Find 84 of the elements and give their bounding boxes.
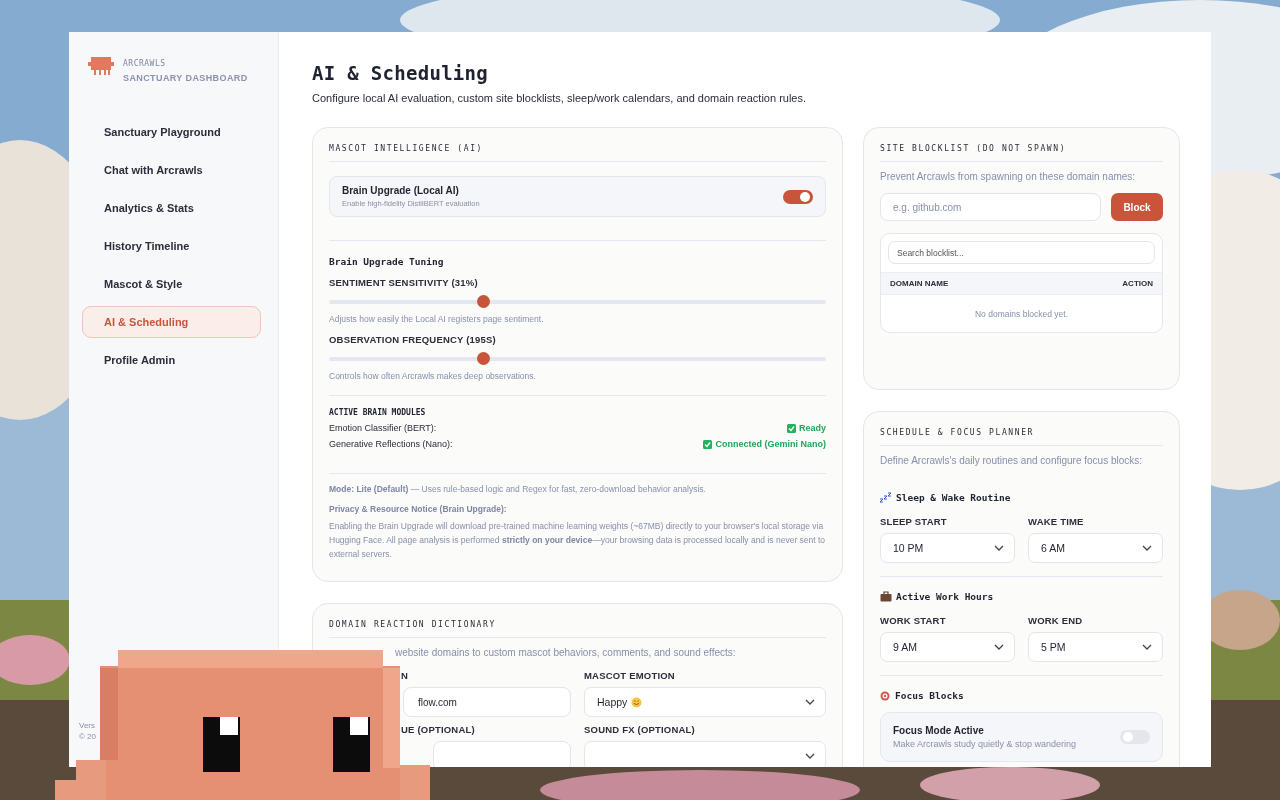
chevron-down-icon (994, 545, 1004, 551)
card-description: Prevent Arcrawls from spawning on these domain names: (880, 171, 1137, 182)
check-icon (703, 439, 713, 449)
module-status: Connected (Gemini Nano) (715, 439, 826, 449)
empty-message: No domains blocked yet. (973, 308, 1070, 321)
card-title: SCHEDULE & FOCUS PLANNER (880, 428, 1163, 446)
footer-text: Vers (79, 721, 96, 730)
toggle-switch[interactable] (783, 189, 813, 204)
brand-name: ARCRAWLS (123, 59, 167, 68)
select-value: 10 PM (893, 542, 924, 554)
brand-subtitle: SANCTUARY DASHBOARD (123, 73, 248, 83)
slider[interactable] (329, 352, 826, 365)
module-name: Generative Reflections (Nano): (329, 439, 453, 449)
field-label: MASCOT EMOTION (584, 670, 676, 681)
card-title: SITE BLOCKLIST (DO NOT SPAWN) (880, 144, 1163, 162)
sleep-icon (880, 492, 892, 503)
sidebar-item[interactable]: History Timeline (82, 230, 261, 262)
select-value: 5 PM (1041, 641, 1066, 653)
card-description: website domains to custom mascot behaviors, comments, and sound effects: (394, 647, 737, 658)
slider-label: SENTIMENT SENSITIVITY (31%) (329, 277, 479, 288)
time-select[interactable]: 6 AM (1028, 533, 1163, 563)
field-label: WORK START (880, 615, 947, 626)
time-select[interactable]: 9 AM (880, 632, 1015, 662)
toggle-label: Brain Upgrade (Local AI) (342, 185, 460, 196)
section-heading: ACTIVE BRAIN MODULES (329, 408, 427, 417)
section-heading: Sleep & Wake Routine (896, 492, 1011, 503)
card-title: MASCOT INTELLIGENCE (AI) (329, 144, 826, 162)
card-title: DOMAIN REACTION DICTIONARY (329, 620, 826, 638)
section-heading: Brain Upgrade Tuning (329, 256, 445, 267)
check-icon (787, 423, 796, 433)
select-value: Happy (597, 696, 628, 708)
slider-thumb[interactable] (477, 352, 491, 365)
search-field[interactable]: Search blocklist... (888, 241, 1155, 264)
slider-thumb[interactable] (477, 295, 491, 308)
slider-hint: Adjusts how easily the Local AI registers page sentiment. (329, 314, 545, 324)
privacy-notice: Enabling the Brain Upgrade will download pre-trained machine learning weights (~67MB) directly to your browser's local storage via Hugging Face. All page analysis is performed strictly on your device—your browsing data is processed locally and is never sent to external servers. (329, 520, 826, 561)
toggle-label: Focus Mode Active (893, 725, 985, 736)
page-subtitle: Configure local AI evaluation, custom site blocklists, sleep/work calendars, and domain reaction rules. (312, 92, 808, 104)
module-name: Emotion Classifier (BERT): (329, 423, 437, 433)
section-heading: Active Work Hours (896, 591, 994, 602)
slider[interactable] (329, 295, 826, 308)
sidebar-item[interactable]: Chat with Arcrawls (82, 154, 261, 186)
card-description: Define Arcrawls's daily routines and configure focus blocks: (880, 455, 1144, 466)
block-button[interactable]: Block (1111, 193, 1163, 221)
chevron-down-icon (994, 644, 1004, 650)
time-select[interactable]: 10 PM (880, 533, 1015, 563)
page-title: AI & Scheduling (312, 62, 490, 84)
select-value: 6 AM (1041, 542, 1065, 554)
mode-note: Mode: Lite (Default) — Uses rule-based logic and Regex for fast, zero-download behavior analysis. (329, 483, 707, 496)
field-label: SLEEP START (880, 516, 948, 527)
input-field[interactable] (433, 741, 571, 767)
field-label: WORK END (1028, 615, 1084, 626)
field-label: UE (OPTIONAL) (400, 724, 476, 735)
section-heading: Focus Blocks (895, 690, 964, 701)
select-field[interactable] (584, 741, 826, 767)
sidebar-item[interactable]: AI & Scheduling (82, 306, 261, 338)
sidebar-item[interactable]: Sanctuary Playground (82, 116, 261, 148)
chevron-down-icon (805, 699, 815, 705)
time-select[interactable]: 5 PM (1028, 632, 1163, 662)
footer-text: © 20 (79, 732, 97, 741)
slider-label: OBSERVATION FREQUENCY (195S) (329, 334, 497, 345)
column-header: DOMAIN NAME (890, 279, 949, 288)
briefcase-icon (880, 591, 892, 602)
field-label: WAKE TIME (1028, 516, 1085, 527)
notice-heading: Privacy & Resource Notice (Brain Upgrade): (329, 503, 508, 516)
target-icon (880, 690, 891, 701)
input-field[interactable]: flow.com (403, 687, 571, 717)
sidebar-item[interactable]: Analytics & Stats (82, 192, 261, 224)
select-value: 9 AM (893, 641, 917, 653)
column-header: ACTION (1122, 279, 1153, 288)
mascot-logo-icon (88, 57, 114, 76)
chevron-down-icon (805, 753, 815, 759)
toggle-switch[interactable] (1120, 730, 1150, 744)
module-status: Ready (799, 423, 826, 433)
field-label: N (400, 670, 410, 681)
sidebar-item[interactable]: Mascot & Style (82, 268, 261, 300)
slider-hint: Controls how often Arcrawls makes deep observations. (329, 371, 537, 381)
sidebar-item[interactable]: Profile Admin (82, 344, 261, 376)
smiley-icon (631, 696, 643, 708)
toggle-description: Make Arcrawls study quietly & stop wandering (893, 739, 1077, 749)
field-label: SOUND FX (OPTIONAL) (584, 724, 696, 735)
chevron-down-icon (1142, 545, 1152, 551)
select-field[interactable]: Happy (584, 687, 826, 717)
chevron-down-icon (1142, 644, 1152, 650)
